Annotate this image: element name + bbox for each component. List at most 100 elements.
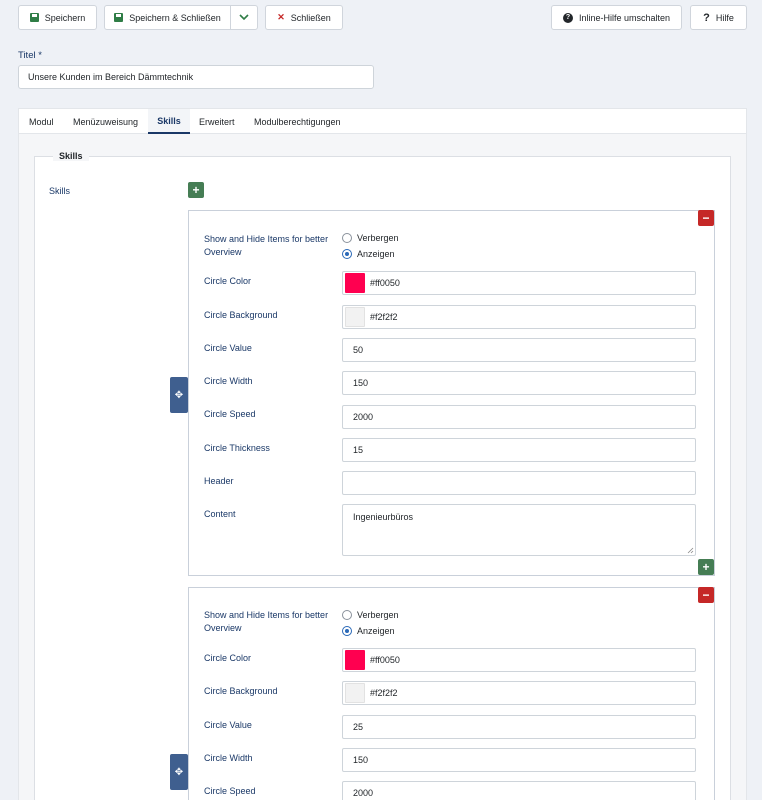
- circle-value-text: 50: [353, 345, 364, 355]
- close-icon: ✕: [277, 12, 285, 22]
- remove-skill-button[interactable]: −: [698, 210, 714, 226]
- save-options-dropdown-button[interactable]: [230, 5, 258, 30]
- minus-icon: −: [702, 588, 710, 602]
- circle-color-field[interactable]: #ff0050: [342, 648, 696, 672]
- color-swatch[interactable]: [345, 307, 365, 327]
- circle-width-text: 150: [353, 755, 369, 765]
- circle-value-label: Circle Value: [204, 720, 252, 730]
- save-close-button[interactable]: Speichern & Schließen: [104, 5, 231, 30]
- circle-speed-text: 2000: [353, 788, 374, 798]
- circle-speed-label: Circle Speed: [204, 409, 256, 419]
- tab-menuzuweisung-label: Menüzuweisung: [73, 116, 139, 127]
- circle-width-text: 150: [353, 378, 369, 388]
- content-textarea[interactable]: Ingenieurbüros: [342, 504, 696, 556]
- circle-speed-label: Circle Speed: [204, 786, 256, 796]
- move-skill-handle[interactable]: ✥: [170, 377, 188, 413]
- circle-width-label: Circle Width: [204, 753, 253, 763]
- save-close-button-label: Speichern & Schließen: [129, 12, 221, 23]
- save-button[interactable]: Speichern: [18, 5, 97, 30]
- radio-anzeigen[interactable]: Anzeigen: [342, 249, 395, 259]
- title-input-value: Unsere Kunden im Bereich Dämmtechnik: [28, 72, 194, 82]
- save-icon: [29, 13, 39, 22]
- radio-circle[interactable]: [342, 233, 352, 243]
- tab-menuzuweisung[interactable]: Menüzuweisung: [73, 109, 138, 134]
- circle-value-input[interactable]: 25: [342, 715, 696, 739]
- circle-background-field[interactable]: #f2f2f2: [342, 681, 696, 705]
- inline-help-toggle-button[interactable]: ? Inline-Hilfe umschalten: [551, 5, 682, 30]
- radio-verbergen[interactable]: Verbergen: [342, 610, 399, 620]
- circle-width-label: Circle Width: [204, 376, 253, 386]
- remove-skill-button[interactable]: −: [698, 587, 714, 603]
- tab-modul-label: Modul: [29, 116, 54, 127]
- radio-verbergen-label: Verbergen: [357, 233, 399, 243]
- circle-width-input[interactable]: 150: [342, 748, 696, 772]
- radio-circle-checked[interactable]: [342, 249, 352, 259]
- color-swatch[interactable]: [345, 650, 365, 670]
- header-label: Header: [204, 476, 234, 486]
- circle-thickness-label: Circle Thickness: [204, 443, 270, 453]
- circle-width-input[interactable]: 150: [342, 371, 696, 395]
- save-icon: [114, 13, 124, 22]
- circle-color-label: Circle Color: [204, 653, 252, 663]
- skills-field-label: Skills: [49, 186, 71, 196]
- circle-background-label: Circle Background: [204, 310, 278, 320]
- show-hide-label: Show and Hide Items for better Overview: [204, 234, 329, 257]
- circle-value-label: Circle Value: [204, 343, 252, 353]
- show-hide-label: Show and Hide Items for better Overview: [204, 610, 329, 633]
- help-button-label: Hilfe: [715, 12, 734, 23]
- skills-legend: Skills: [53, 151, 89, 161]
- circle-background-value: #f2f2f2: [370, 312, 398, 322]
- move-arrows-icon: ✥: [174, 389, 184, 401]
- plus-icon: +: [702, 560, 710, 574]
- tab-modulberechtigungen-label: Modulberechtigungen: [254, 116, 341, 127]
- circle-speed-text: 2000: [353, 412, 374, 422]
- tab-skills-label: Skills: [157, 115, 181, 126]
- tab-erweitert[interactable]: Erweitert: [199, 109, 235, 134]
- tab-erweitert-label: Erweitert: [199, 116, 235, 127]
- circle-speed-input[interactable]: 2000: [342, 405, 696, 429]
- radio-circle[interactable]: [342, 610, 352, 620]
- color-swatch[interactable]: [345, 273, 365, 293]
- radio-anzeigen-label: Anzeigen: [357, 626, 395, 636]
- circle-color-label: Circle Color: [204, 276, 252, 286]
- help-button[interactable]: ? Hilfe: [690, 5, 747, 30]
- toolbar: Speichern Speichern & Schließen ✕ Schlie…: [0, 0, 762, 38]
- circle-color-value: #ff0050: [370, 278, 400, 288]
- tab-skills[interactable]: Skills: [148, 109, 190, 134]
- circle-value-text: 25: [353, 722, 364, 732]
- question-icon: ?: [703, 11, 710, 24]
- content-text: Ingenieurbüros: [353, 512, 414, 522]
- content-label: Content: [204, 509, 236, 519]
- add-skill-button[interactable]: +: [188, 182, 204, 198]
- add-skill-after-button[interactable]: +: [698, 559, 714, 575]
- circle-background-field[interactable]: #f2f2f2: [342, 305, 696, 329]
- question-circle-icon: ?: [562, 12, 573, 23]
- title-label: Titel *: [18, 50, 42, 61]
- inline-help-label: Inline-Hilfe umschalten: [578, 12, 671, 23]
- radio-circle-checked[interactable]: [342, 626, 352, 636]
- radio-verbergen[interactable]: Verbergen: [342, 233, 399, 243]
- move-skill-handle[interactable]: ✥: [170, 754, 188, 790]
- circle-value-input[interactable]: 50: [342, 338, 696, 362]
- circle-color-value: #ff0050: [370, 655, 400, 665]
- circle-thickness-input[interactable]: 15: [342, 438, 696, 462]
- circle-thickness-text: 15: [353, 445, 364, 455]
- header-input[interactable]: [342, 471, 696, 495]
- minus-icon: −: [702, 211, 710, 225]
- radio-anzeigen-label: Anzeigen: [357, 249, 395, 259]
- tab-modulberechtigungen[interactable]: Modulberechtigungen: [254, 109, 341, 134]
- radio-anzeigen[interactable]: Anzeigen: [342, 626, 395, 636]
- circle-background-value: #f2f2f2: [370, 688, 398, 698]
- radio-verbergen-label: Verbergen: [357, 610, 399, 620]
- close-button[interactable]: ✕ Schließen: [265, 5, 343, 30]
- tab-bar: Modul Menüzuweisung Skills Erweitert Mod…: [19, 109, 746, 134]
- circle-speed-input[interactable]: 2000: [342, 781, 696, 800]
- chevron-down-icon: [239, 14, 249, 21]
- color-swatch[interactable]: [345, 683, 365, 703]
- tab-modul[interactable]: Modul: [29, 109, 54, 134]
- save-button-label: Speichern: [44, 12, 86, 23]
- circle-background-label: Circle Background: [204, 686, 278, 696]
- resize-handle-icon[interactable]: [687, 547, 694, 554]
- title-input[interactable]: Unsere Kunden im Bereich Dämmtechnik: [18, 65, 374, 89]
- circle-color-field[interactable]: #ff0050: [342, 271, 696, 295]
